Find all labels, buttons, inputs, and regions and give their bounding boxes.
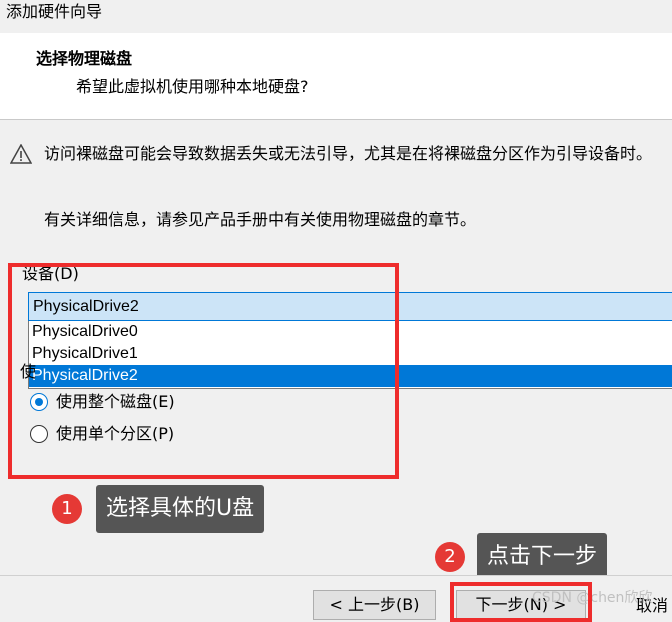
annotation-callout-2: 点击下一步 [477,533,608,581]
info-text: 有关详细信息，请参见产品手册中有关使用物理磁盘的章节。 [44,210,477,229]
page-title: 选择物理磁盘 [36,49,133,68]
wizard-header: 选择物理磁盘 希望此虚拟机使用哪种本地硬盘? [0,33,672,120]
page-subtitle: 希望此虚拟机使用哪种本地硬盘? [76,77,309,96]
annotation-badge-1: 1 [52,494,82,524]
window-title: 添加硬件向导 [0,0,672,30]
back-button[interactable]: < 上一步(B) [313,590,436,620]
annotation-highlight-device [8,263,399,479]
annotation-badge-2: 2 [435,542,465,572]
warning-triangle-icon [10,144,32,164]
annotation-highlight-next [450,582,592,622]
warning-text: 访问裸磁盘可能会导致数据丢失或无法引导，尤其是在将裸磁盘分区作为引导设备时。 [44,144,653,163]
annotation-callout-1: 选择具体的U盘 [96,485,265,533]
